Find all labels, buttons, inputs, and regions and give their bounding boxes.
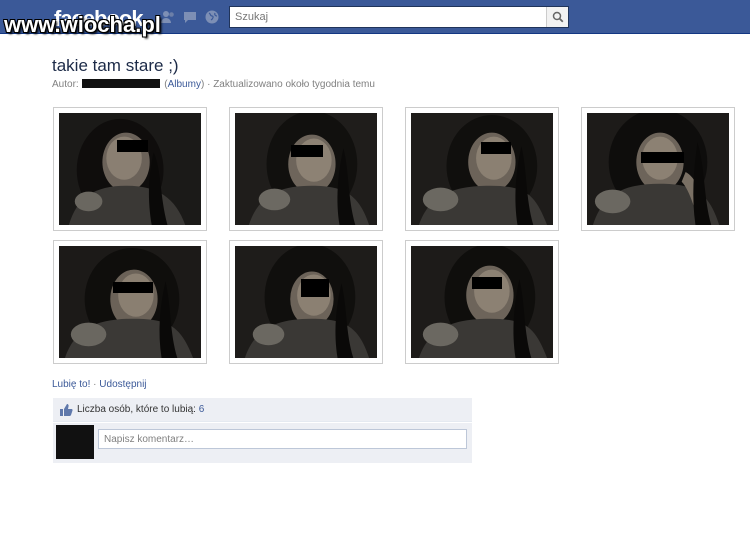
photo-image: [587, 113, 729, 225]
avatar: [56, 425, 94, 459]
thumbs-up-icon: [60, 404, 73, 416]
photo-image: [59, 113, 201, 225]
photo-thumbnail-2[interactable]: [229, 107, 383, 231]
search-button[interactable]: [546, 7, 568, 27]
albums-link[interactable]: Albumy: [168, 79, 201, 90]
likes-summary: Liczba osób, które to lubią: 6: [53, 398, 472, 422]
photo-actions: Lubię to! · Udostępnij: [52, 379, 147, 390]
censor-bar: [117, 140, 148, 152]
friend-requests-icon[interactable]: [160, 9, 176, 25]
photo-thumbnail-6[interactable]: [229, 240, 383, 364]
watermark: www.wiocha.pl: [4, 12, 161, 37]
redacted-author-name: [82, 79, 161, 88]
likes-text: Liczba osób, które to lubią: 6: [77, 404, 204, 415]
photo-thumbnail-1[interactable]: [53, 107, 207, 231]
author-label: Autor:: [52, 79, 79, 90]
censor-bar: [113, 282, 153, 293]
search-box: [229, 6, 569, 28]
censor-bar: [301, 279, 329, 297]
comment-box: [53, 423, 472, 463]
share-link[interactable]: Udostępnij: [99, 379, 146, 390]
censor-bar: [291, 145, 323, 157]
photo-thumbnail-4[interactable]: [581, 107, 735, 231]
photo-thumbnail-3[interactable]: [405, 107, 559, 231]
album-meta: Autor: (Albumy) · Zaktualizowano około t…: [52, 79, 375, 90]
photo-thumbnail-7[interactable]: [405, 240, 559, 364]
messages-icon[interactable]: [182, 9, 198, 25]
censor-bar: [472, 277, 502, 289]
photo-image: [411, 113, 553, 225]
photo-image: [235, 113, 377, 225]
search-input[interactable]: [230, 7, 546, 27]
censor-bar: [641, 152, 684, 163]
photo-thumbnail-5[interactable]: [53, 240, 207, 364]
censor-bar: [481, 142, 511, 154]
notification-jewels: [160, 9, 220, 25]
photo-image: [235, 246, 377, 358]
globe-notifications-icon[interactable]: [204, 9, 220, 25]
likes-count[interactable]: 6: [199, 404, 205, 415]
search-icon: [552, 11, 563, 23]
album-title: takie tam stare ;): [52, 56, 179, 75]
photo-image: [411, 246, 553, 358]
actions-separator: ·: [93, 379, 97, 390]
paren-close: ): [200, 79, 205, 90]
likes-label: Liczba osób, które to lubią:: [77, 404, 196, 415]
comment-input[interactable]: [98, 429, 467, 449]
like-link[interactable]: Lubię to!: [52, 379, 90, 390]
photo-image: [59, 246, 201, 358]
updated-text: Zaktualizowano około tygodnia temu: [213, 79, 375, 90]
